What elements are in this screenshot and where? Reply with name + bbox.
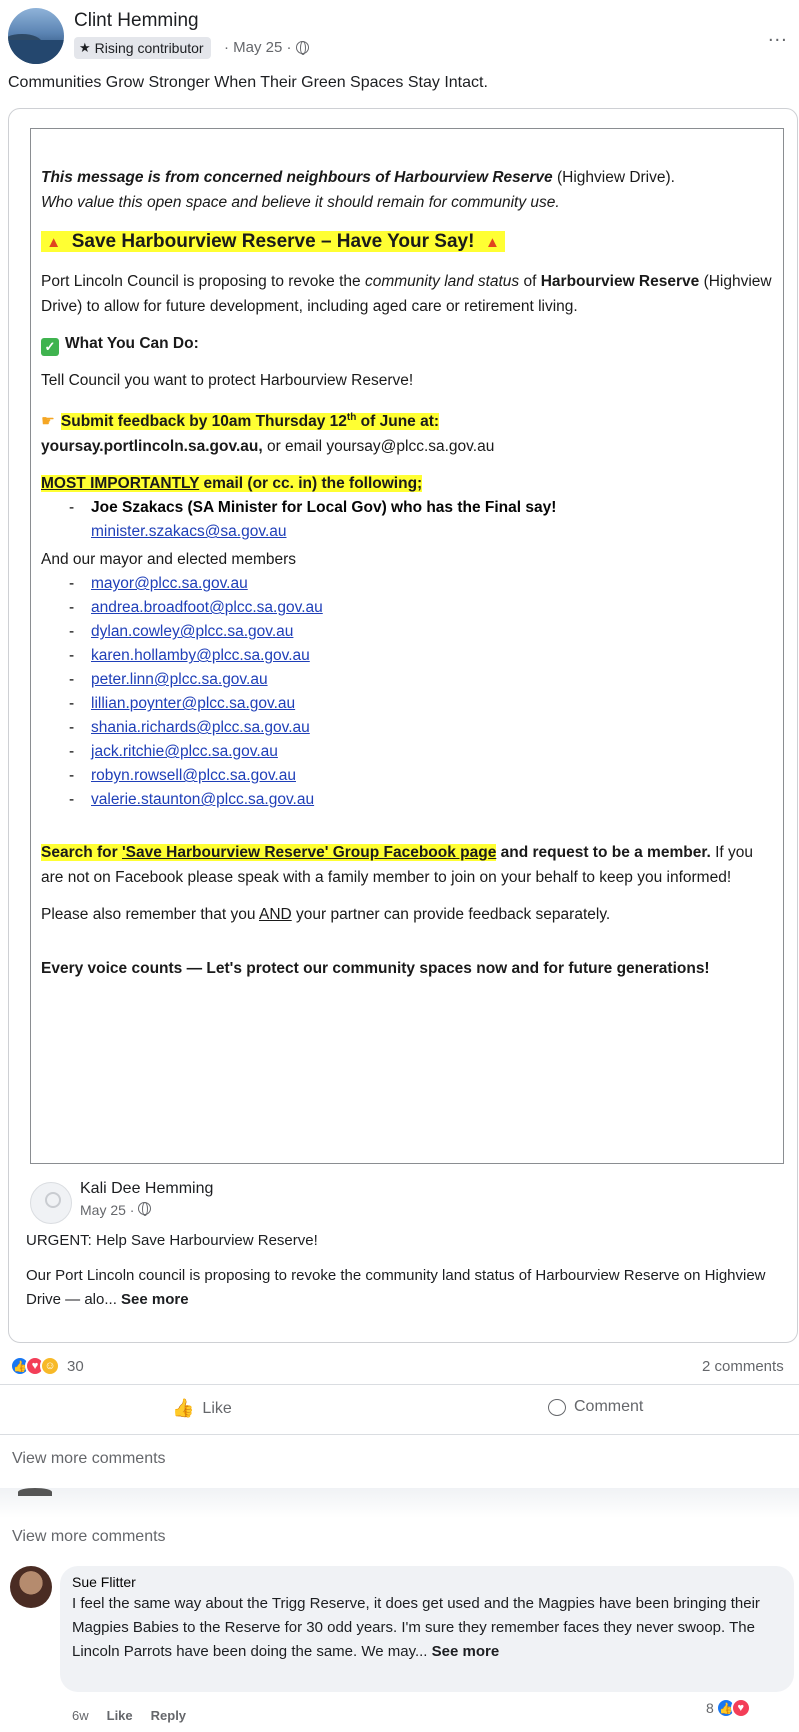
inner-author-name[interactable]: Kali Dee Hemming: [80, 1180, 213, 1198]
globe-icon: [138, 1202, 152, 1216]
flyer-tell: Tell Council you want to protect Harbour…: [41, 372, 414, 389]
comment-actions: 6w Like Reply: [72, 1708, 186, 1723]
comments-count[interactable]: 2 comments: [702, 1358, 784, 1375]
commenter-name[interactable]: Sue Flitter: [72, 1574, 782, 1590]
pointing-hand-icon: ☛: [41, 413, 55, 431]
minister-list: Joe Szakacs (SA Minister for Local Gov) …: [41, 496, 773, 544]
flyer-image[interactable]: This message is from concerned neighbour…: [30, 128, 784, 1164]
inner-body: Our Port Lincoln council is proposing to…: [26, 1267, 766, 1308]
divider: [0, 1384, 799, 1385]
flyer-every-voice: Every voice counts — Let's protect our c…: [41, 960, 710, 978]
author-avatar[interactable]: [8, 8, 64, 64]
comment-button[interactable]: Comment: [548, 1398, 643, 1416]
check-icon: ✓: [41, 338, 59, 356]
flyer-paragraph-proposal: Port Lincoln Council is proposing to rev…: [41, 273, 772, 315]
email-item: jack.ritchie@plcc.sa.gov.au: [41, 740, 773, 764]
comment-bubble: Sue Flitter I feel the same way about th…: [60, 1566, 794, 1692]
reaction-count: 30: [67, 1357, 84, 1375]
badge-label: Rising contributor: [94, 40, 204, 56]
comment-reactions[interactable]: 8 👍 ♥: [706, 1698, 751, 1718]
email-item: andrea.broadfoot@plcc.sa.gov.au: [41, 596, 773, 620]
fire-icon: ▲: [485, 234, 500, 251]
comment-text: I feel the same way about the Trigg Rese…: [72, 1595, 760, 1660]
care-reaction-icon: ☺: [40, 1356, 60, 1376]
email-item: shania.richards@plcc.sa.gov.au: [41, 716, 773, 740]
comment-like-button[interactable]: Like: [107, 1708, 133, 1723]
flyer-submit: ☛ Submit feedback by 10am Thursday 12th o…: [41, 412, 440, 431]
author-name[interactable]: Clint Hemming: [74, 10, 199, 32]
comment-bubble-icon: [548, 1398, 566, 1416]
contributor-badge[interactable]: ★ Rising contributor: [74, 37, 211, 59]
divider: [0, 1434, 799, 1435]
view-more-comments-link[interactable]: View more comments: [12, 1450, 166, 1468]
email-item: mayor@plcc.sa.gov.au: [41, 572, 773, 596]
flyer-headline: ▲ Save Harbourview Reserve – Have Your S…: [41, 229, 773, 255]
minister-item: Joe Szakacs (SA Minister for Local Gov) …: [41, 496, 773, 520]
post-meta: · May 25 ·: [224, 39, 309, 56]
commenter-avatar[interactable]: [10, 1566, 52, 1608]
inner-post-meta: May 25 ·: [80, 1202, 152, 1218]
comment-time[interactable]: 6w: [72, 1708, 89, 1723]
love-reaction-icon: ♥: [730, 1698, 751, 1718]
post-caption: Communities Grow Stronger When Their Gre…: [8, 74, 488, 91]
flyer-most-importantly: MOST IMPORTANTLY email (or cc. in) the f…: [41, 475, 423, 493]
view-more-comments-link[interactable]: View more comments: [12, 1528, 166, 1546]
more-options-icon[interactable]: ...: [768, 24, 788, 47]
flyer-what-heading: ✓ What You Can Do:: [41, 331, 773, 356]
inner-avatar[interactable]: [30, 1182, 72, 1224]
see-more-link[interactable]: See more: [432, 1643, 500, 1660]
email-item: robyn.rowsell@plcc.sa.gov.au: [41, 764, 773, 788]
email-item: lillian.poynter@plcc.sa.gov.au: [41, 692, 773, 716]
email-item: karen.hollamby@plcc.sa.gov.au: [41, 644, 773, 668]
post-header: Clint Hemming ★ Rising contributor · May…: [0, 0, 799, 70]
thumbs-up-icon: 👍: [172, 1398, 195, 1418]
flyer-intro: This message is from concerned neighbour…: [41, 169, 675, 211]
like-button[interactable]: 👍 Like: [172, 1398, 232, 1419]
star-icon: ★: [79, 40, 91, 55]
email-item: peter.linn@plcc.sa.gov.au: [41, 668, 773, 692]
inner-headline: URGENT: Help Save Harbourview Reserve!: [26, 1232, 318, 1249]
comment-reaction-count: 8: [706, 1700, 714, 1716]
cropped-avatar: [18, 1488, 52, 1496]
flyer-partner: Please also remember that you AND your p…: [41, 906, 611, 924]
email-item: valerie.staunton@plcc.sa.gov.au: [41, 788, 773, 812]
see-more-link[interactable]: See more: [121, 1291, 189, 1308]
email-list: mayor@plcc.sa.gov.au andrea.broadfoot@pl…: [41, 572, 773, 812]
flyer-site: yoursay.portlincoln.sa.gov.au, or email …: [41, 438, 495, 456]
email-item: dylan.cowley@plcc.sa.gov.au: [41, 620, 773, 644]
post-date[interactable]: · May 25 ·: [224, 39, 292, 56]
globe-icon: [295, 41, 309, 55]
flyer-mayor-line: And our mayor and elected members: [41, 551, 297, 569]
fire-icon: ▲: [46, 234, 62, 251]
comment-reply-button[interactable]: Reply: [151, 1708, 186, 1723]
minister-email: minister.szakacs@sa.gov.au: [91, 523, 287, 541]
scroll-fade: [0, 1488, 799, 1518]
reaction-summary[interactable]: 👍 ♥ ☺ 30: [10, 1356, 84, 1376]
flyer-search: Search for 'Save Harbourview Reserve' Gr…: [41, 844, 754, 887]
inner-date[interactable]: May 25 ·: [80, 1202, 134, 1218]
